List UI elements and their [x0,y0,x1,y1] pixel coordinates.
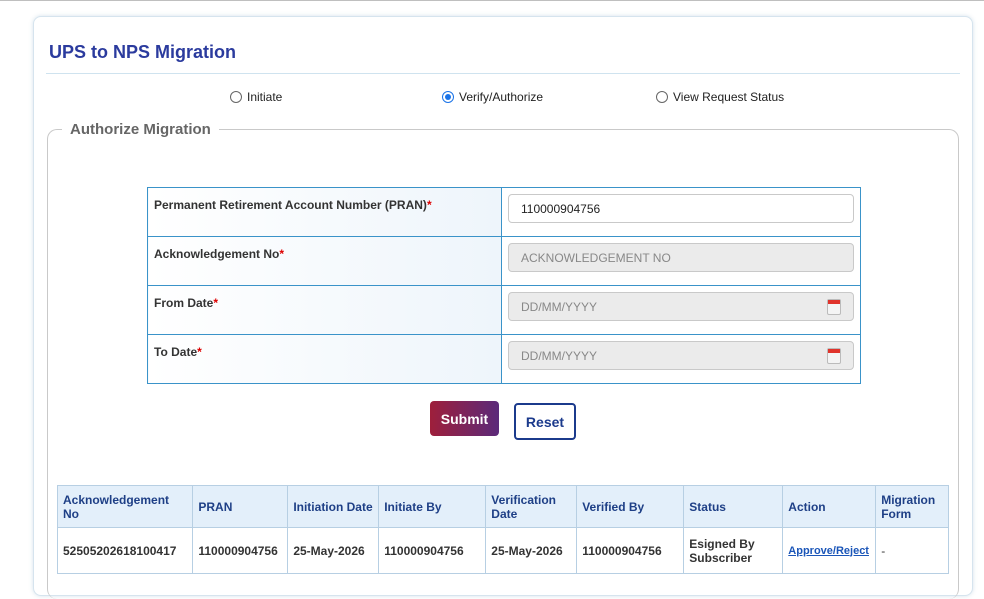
radio-verify-authorize-label: Verify/Authorize [459,90,544,104]
calendar-icon[interactable] [827,347,841,364]
cell-initiation-date: 25-May-2026 [287,527,380,574]
pran-label: Permanent Retirement Account Number (PRA… [147,187,502,237]
col-status: Status [683,485,784,528]
submit-button[interactable]: Submit [430,401,499,436]
cell-migration-form: - [875,527,949,574]
cell-ack-no: 52505202618100417 [56,527,194,574]
col-verification-date: Verification Date [485,485,578,528]
radio-verify-authorize[interactable]: Verify/Authorize [442,90,543,104]
results-table: Acknowledgement No PRAN Initiation Date … [56,485,949,574]
ack-label: Acknowledgement No* [147,236,502,286]
table-row: 52505202618100417 110000904756 25-May-20… [56,527,949,574]
page-title: UPS to NPS Migration [49,42,237,62]
from-date-label: From Date* [147,285,502,335]
col-initiate-by: Initiate By [378,485,487,528]
radio-view-request-status-label: View Request Status [673,90,785,104]
cell-verified-by: 110000904756 [576,527,685,574]
authorize-form: Permanent Retirement Account Number (PRA… [147,187,861,384]
col-ack-no: Acknowledgement No [56,485,194,528]
cell-status: Esigned By Subscriber [683,527,784,574]
form-row-from-date: From Date* DD/MM/YYYY [147,285,861,335]
radio-initiate-label: Initiate [247,90,283,104]
migration-card: UPS to NPS Migration Initiate Verify/Aut… [33,16,973,599]
ack-input[interactable]: ACKNOWLEDGEMENT NO [508,243,854,272]
cell-initiate-by: 110000904756 [378,527,487,574]
fieldset-legend: Authorize Migration [62,121,219,138]
col-verified-by: Verified By [576,485,685,528]
col-migration-form: Migration Form [875,485,949,528]
radio-circle-icon[interactable] [230,91,242,103]
radio-circle-icon[interactable] [656,91,668,103]
form-row-to-date: To Date* DD/MM/YYYY [147,334,861,384]
results-header-row: Acknowledgement No PRAN Initiation Date … [56,485,949,528]
radio-initiate[interactable]: Initiate [230,90,282,104]
cell-verification-date: 25-May-2026 [485,527,578,574]
col-action: Action [782,485,877,528]
calendar-icon[interactable] [827,298,841,315]
cell-pran: 110000904756 [192,527,289,574]
col-pran: PRAN [192,485,289,528]
top-divider [0,0,984,9]
form-row-ack: Acknowledgement No* ACKNOWLEDGEMENT NO [147,236,861,286]
radio-view-request-status[interactable]: View Request Status [656,90,784,104]
col-initiation-date: Initiation Date [287,485,380,528]
to-date-label: To Date* [147,334,502,384]
radio-circle-checked-icon[interactable] [442,91,454,103]
reset-button[interactable]: Reset [514,403,576,440]
from-date-input[interactable]: DD/MM/YYYY [508,292,854,321]
form-row-pran: Permanent Retirement Account Number (PRA… [147,187,861,237]
pran-input[interactable]: 110000904756 [508,194,854,223]
to-date-input[interactable]: DD/MM/YYYY [508,341,854,370]
approve-reject-link[interactable]: Approve/Reject [782,527,877,574]
title-divider [46,73,960,74]
